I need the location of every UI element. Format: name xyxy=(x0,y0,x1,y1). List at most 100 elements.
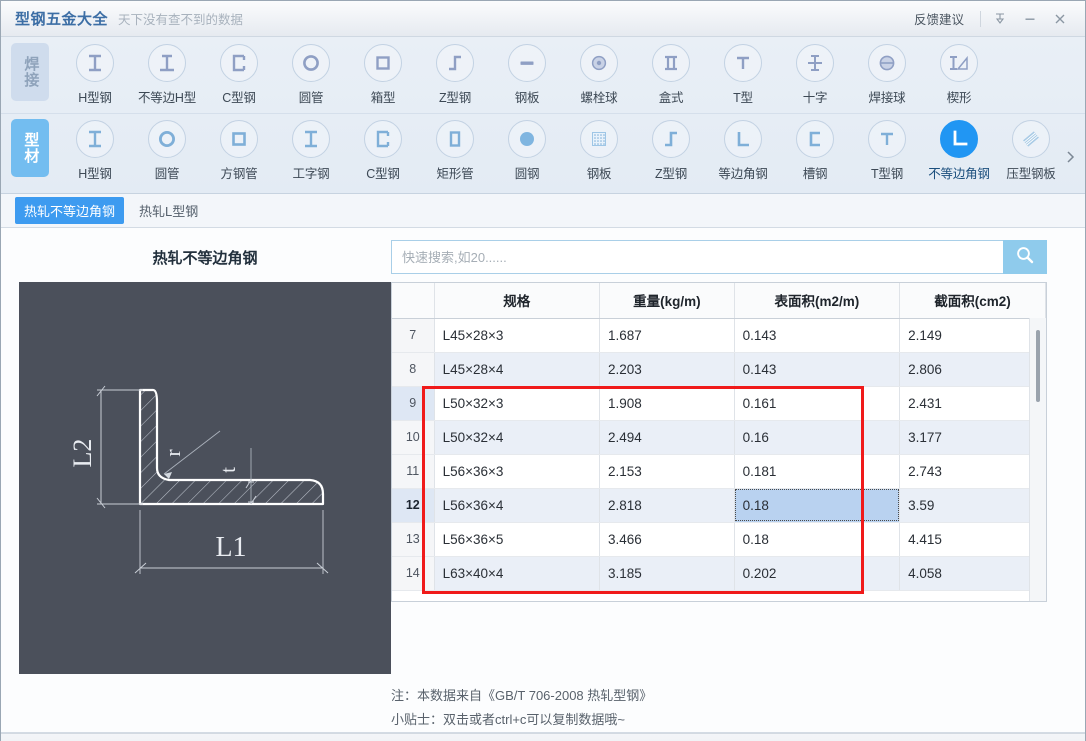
data-table[interactable]: 规格 重量(kg/m) 表面积(m2/m) 截面积(cm2) 7 L45×28×… xyxy=(391,282,1047,602)
search-button[interactable] xyxy=(1003,240,1047,274)
cell-surface[interactable]: 0.16 xyxy=(734,420,901,455)
tool-c-channel[interactable]: C型钢 xyxy=(203,37,275,106)
table-row-selected[interactable]: 12 L56×36×4 2.818 0.18 3.59 xyxy=(392,488,1046,523)
cell-spec[interactable]: L56×36×5 xyxy=(434,522,601,557)
cell-surface[interactable]: 0.18 xyxy=(734,522,901,557)
cell-spec[interactable]: L50×32×4 xyxy=(434,420,601,455)
category-chip-sections[interactable]: 型材 xyxy=(11,119,49,177)
cell-weight[interactable]: 1.908 xyxy=(599,386,735,421)
table-row[interactable]: 7 L45×28×3 1.687 0.143 2.149 xyxy=(392,318,1046,353)
cell-weight[interactable]: 3.466 xyxy=(599,522,735,557)
scrollbar-thumb[interactable] xyxy=(1036,330,1040,402)
minimize-icon[interactable] xyxy=(1015,6,1045,32)
tool-steel-plate-section[interactable]: 钢板 xyxy=(563,113,635,182)
tool-wedge[interactable]: 楔形 xyxy=(923,37,995,106)
cell-section[interactable]: 3.59 xyxy=(899,488,1046,523)
t-section-icon xyxy=(724,44,762,82)
tool-unequal-angle[interactable]: 不等边角钢 xyxy=(923,113,995,182)
tool-label: 方钢管 xyxy=(220,167,258,181)
tool-round-pipe[interactable]: 圆管 xyxy=(275,37,347,106)
col-header-surface[interactable]: 表面积(m2/m) xyxy=(734,283,901,319)
cell-spec[interactable]: L50×32×3 xyxy=(434,386,601,421)
ribbon-row-sections: 型材 H型钢 圆管 方钢管 工字钢 C型钢 矩形管 圆钢 钢板 Z型钢 等边角钢… xyxy=(1,113,1085,193)
cell-spec[interactable]: L45×28×3 xyxy=(434,318,601,353)
table-row[interactable]: 8 L45×28×4 2.203 0.143 2.806 xyxy=(392,352,1046,387)
tool-bolt-ball[interactable]: 螺栓球 xyxy=(563,37,635,106)
tool-round-pipe-section[interactable]: 圆管 xyxy=(131,113,203,182)
cell-surface[interactable]: 0.143 xyxy=(734,352,901,387)
tool-rect-pipe[interactable]: 矩形管 xyxy=(419,113,491,182)
wedge-icon xyxy=(940,44,978,82)
ribbon-next-button[interactable] xyxy=(1061,143,1081,171)
row-index: 13 xyxy=(392,522,435,557)
tool-steel-plate[interactable]: 钢板 xyxy=(491,37,563,106)
box-section-icon xyxy=(364,44,402,82)
tool-c-channel-section[interactable]: C型钢 xyxy=(347,113,419,182)
tool-label: H型钢 xyxy=(78,167,112,181)
cell-surface-selected[interactable]: 0.18 xyxy=(734,488,901,523)
table-row[interactable]: 11 L56×36×3 2.153 0.181 2.743 xyxy=(392,454,1046,489)
tool-label: 钢板 xyxy=(586,167,612,181)
table-scrollbar[interactable] xyxy=(1029,318,1046,601)
tool-equal-angle[interactable]: 等边角钢 xyxy=(707,113,779,182)
cell-section[interactable]: 2.431 xyxy=(899,386,1046,421)
tool-box-type[interactable]: 盒式 xyxy=(635,37,707,106)
table-row[interactable]: 13 L56×36×5 3.466 0.18 4.415 xyxy=(392,522,1046,557)
tool-label: 压型钢板 xyxy=(1006,167,1056,181)
cell-weight[interactable]: 1.687 xyxy=(599,318,735,353)
feedback-button[interactable]: 反馈建议 xyxy=(902,9,976,28)
cell-section[interactable]: 2.149 xyxy=(899,318,1046,353)
cell-surface[interactable]: 0.181 xyxy=(734,454,901,489)
cell-surface[interactable]: 0.161 xyxy=(734,386,901,421)
tool-h-beam-section[interactable]: H型钢 xyxy=(59,113,131,182)
tool-welded-ball[interactable]: 焊接球 xyxy=(851,37,923,106)
cell-spec[interactable]: L56×36×4 xyxy=(434,488,601,523)
tool-square-pipe[interactable]: 方钢管 xyxy=(203,113,275,182)
tool-round-bar[interactable]: 圆钢 xyxy=(491,113,563,182)
tool-unequal-h-beam[interactable]: 不等边H型 xyxy=(131,37,203,106)
tool-h-beam[interactable]: H型钢 xyxy=(59,37,131,106)
cell-section[interactable]: 4.415 xyxy=(899,522,1046,557)
table-row[interactable]: 14 L63×40×4 3.185 0.202 4.058 xyxy=(392,556,1046,591)
search-input[interactable] xyxy=(391,240,1003,274)
col-header-section[interactable]: 截面积(cm2) xyxy=(899,283,1046,319)
cell-spec[interactable]: L63×40×4 xyxy=(434,556,601,591)
tool-t-steel[interactable]: T型钢 xyxy=(851,113,923,182)
table-row[interactable]: 9 L50×32×3 1.908 0.161 2.431 xyxy=(392,386,1046,421)
tool-cross-section[interactable]: 十字 xyxy=(779,37,851,106)
col-header-spec[interactable]: 规格 xyxy=(434,283,601,319)
cell-weight[interactable]: 2.494 xyxy=(599,420,735,455)
tool-i-beam[interactable]: 工字钢 xyxy=(275,113,347,182)
rect-pipe-icon xyxy=(436,120,474,158)
cell-surface[interactable]: 0.143 xyxy=(734,318,901,353)
pin-icon[interactable] xyxy=(985,6,1015,32)
cell-spec[interactable]: L45×28×4 xyxy=(434,352,601,387)
col-header-weight[interactable]: 重量(kg/m) xyxy=(599,283,735,319)
cell-weight[interactable]: 2.203 xyxy=(599,352,735,387)
cell-section[interactable]: 2.743 xyxy=(899,454,1046,489)
tool-z-section-2[interactable]: Z型钢 xyxy=(635,113,707,182)
square-pipe-icon xyxy=(220,120,258,158)
cell-section[interactable]: 4.058 xyxy=(899,556,1046,591)
cell-weight[interactable]: 2.153 xyxy=(599,454,735,489)
cell-spec[interactable]: L56×36×3 xyxy=(434,454,601,489)
cell-section[interactable]: 3.177 xyxy=(899,420,1046,455)
unequal-angle-icon xyxy=(940,120,978,158)
row-index: 7 xyxy=(392,318,435,353)
tool-box-section[interactable]: 箱型 xyxy=(347,37,419,106)
tool-channel-steel[interactable]: 槽钢 xyxy=(779,113,851,182)
cell-section[interactable]: 2.806 xyxy=(899,352,1046,387)
tool-profiled-plate[interactable]: 压型钢板 xyxy=(995,113,1067,182)
content-body: L2 L1 r t 规格 重量(kg/m) 表面积(m2/m) 截面积(cm2)… xyxy=(1,282,1085,674)
cell-weight[interactable]: 2.818 xyxy=(599,488,735,523)
app-title: 型钢五金大全 xyxy=(15,11,109,28)
tool-z-section[interactable]: Z型钢 xyxy=(419,37,491,106)
tab-hot-rolled-l-steel[interactable]: 热轧L型钢 xyxy=(130,197,207,224)
category-chip-welding[interactable]: 焊接 xyxy=(11,43,49,101)
close-icon[interactable] xyxy=(1045,6,1075,32)
cell-weight[interactable]: 3.185 xyxy=(599,556,735,591)
cell-surface[interactable]: 0.202 xyxy=(734,556,901,591)
table-row[interactable]: 10 L50×32×4 2.494 0.16 3.177 xyxy=(392,420,1046,455)
tool-t-section[interactable]: T型 xyxy=(707,37,779,106)
tab-hot-rolled-unequal-angle[interactable]: 热轧不等边角钢 xyxy=(15,197,125,224)
